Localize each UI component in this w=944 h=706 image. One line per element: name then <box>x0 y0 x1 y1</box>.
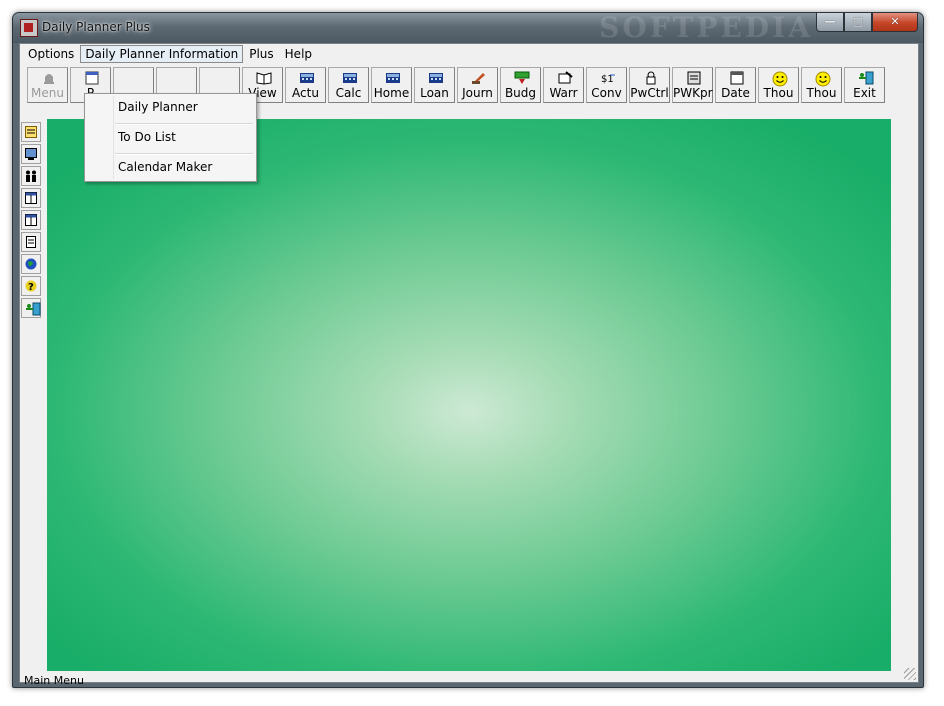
monitor-icon <box>25 148 37 160</box>
side-button-table[interactable] <box>21 188 41 208</box>
list-icon <box>25 236 37 248</box>
calculator-icon <box>385 71 401 85</box>
toolbar-button-conv[interactable]: $1 Conv <box>586 67 627 103</box>
resize-grip[interactable] <box>904 668 916 680</box>
maximize-button[interactable]: □ <box>844 13 872 32</box>
smiley-icon <box>815 71 831 87</box>
svg-text:$1: $1 <box>601 74 614 85</box>
side-button-table[interactable] <box>21 210 41 230</box>
menu-item-daily-planner[interactable]: Daily Planner <box>85 94 256 123</box>
note-icon <box>25 126 37 138</box>
app-window: SOFTPEDIA Daily Planner Plus — □ ✕ Optio… <box>12 12 924 688</box>
toolbar-button-thou[interactable]: Thou <box>758 67 799 103</box>
dropdown-menu: Daily Planner To Do List Calendar Maker <box>84 93 257 182</box>
toolbar-button-label: Home <box>373 86 410 100</box>
toolbar-button-label: Menu <box>31 86 64 100</box>
toolbar-button-pwctrl[interactable]: PwCtrl <box>629 67 670 103</box>
exit-icon <box>25 302 41 316</box>
side-button-globe[interactable] <box>21 254 41 274</box>
menu-item-calendar-maker[interactable]: Calendar Maker <box>85 154 256 183</box>
toolbar-button-loan[interactable]: Loan <box>414 67 455 103</box>
svg-text:?: ? <box>28 282 34 292</box>
calendar-icon <box>729 71 745 85</box>
toolbar-button-label: Date <box>721 86 750 100</box>
toolbar-button-actu[interactable]: Actu <box>285 67 326 103</box>
menu-plus[interactable]: Plus <box>244 45 278 63</box>
status-bar-text: Main Menu <box>24 674 84 687</box>
menu-bar: Options Daily Planner Information Plus H… <box>20 44 918 64</box>
book-icon <box>256 71 272 85</box>
toolbar-button-home[interactable]: Home <box>371 67 412 103</box>
client-area: Options Daily Planner Information Plus H… <box>19 43 919 687</box>
certificate-icon <box>557 71 573 85</box>
toolbar-button-label: Warr <box>549 86 578 100</box>
toolbar-button-journ[interactable]: Journ <box>457 67 498 103</box>
convert-icon: $1 <box>600 71 616 85</box>
window-title: Daily Planner Plus <box>42 20 150 34</box>
side-button-people[interactable] <box>21 166 41 186</box>
blank-icon <box>170 71 186 85</box>
blank-icon <box>213 71 229 85</box>
toolbar-button-warr[interactable]: Warr <box>543 67 584 103</box>
toolbar-button-label: PWKpr <box>673 86 713 100</box>
minimize-button[interactable]: — <box>816 13 844 32</box>
toolbar-button-budg[interactable]: Budg <box>500 67 541 103</box>
pen-icon <box>471 71 487 85</box>
app-icon[interactable] <box>20 19 38 37</box>
table-icon <box>25 214 37 226</box>
toolbar-button-label: Journ <box>462 86 493 100</box>
title-bar[interactable]: SOFTPEDIA Daily Planner Plus — □ ✕ <box>13 13 923 43</box>
toolbar-button-label: Loan <box>420 86 449 100</box>
toolbar-button-menu[interactable]: Menu <box>27 67 68 103</box>
window-controls: — □ ✕ <box>816 13 918 32</box>
watermark: SOFTPEDIA <box>599 13 813 43</box>
toolbar-button-label: Exit <box>853 86 876 100</box>
maximize-icon: □ <box>852 15 864 28</box>
toolbar-button-pwkpr[interactable]: PWKpr <box>672 67 713 103</box>
toolbar-button-exit[interactable]: Exit <box>844 67 885 103</box>
question-icon: ? <box>25 280 37 293</box>
menu-options[interactable]: Options <box>23 45 79 63</box>
side-button-list[interactable] <box>21 232 41 252</box>
money-icon <box>514 71 530 85</box>
toolbar-button-thou[interactable]: Thou <box>801 67 842 103</box>
planner-icon <box>84 71 100 85</box>
menu-item-to-do-list[interactable]: To Do List <box>85 124 256 153</box>
toolbar-button-label: Thou <box>806 86 837 100</box>
menu-daily-planner-information[interactable]: Daily Planner Information <box>80 45 244 63</box>
people-icon <box>25 170 37 182</box>
toolbar-button-label: Budg <box>504 86 537 100</box>
calculator-icon <box>428 71 444 85</box>
table-icon <box>25 192 37 204</box>
side-button-exit[interactable] <box>21 298 41 318</box>
side-button-monitor[interactable] <box>21 144 41 164</box>
smiley-icon <box>772 71 788 87</box>
minimize-icon: — <box>824 15 836 28</box>
close-button[interactable]: ✕ <box>872 13 918 32</box>
exit-icon <box>858 71 874 85</box>
toolbar-button-label: Conv <box>591 86 622 100</box>
toolbar-button-calc[interactable]: Calc <box>328 67 369 103</box>
menu-help[interactable]: Help <box>280 45 317 63</box>
bell-icon <box>41 71 57 85</box>
side-button-question[interactable]: ? <box>21 276 41 296</box>
blank-icon <box>127 71 143 85</box>
toolbar-button-label: PwCtrl <box>630 86 669 100</box>
main-canvas <box>47 119 891 671</box>
toolbar-button-label: Actu <box>292 86 319 100</box>
side-toolbar: ? <box>21 122 43 320</box>
globe-icon <box>25 258 37 270</box>
lock-icon <box>643 71 659 85</box>
toolbar-button-date[interactable]: Date <box>715 67 756 103</box>
toolbar-button-label: Thou <box>763 86 794 100</box>
side-button-note[interactable] <box>21 122 41 142</box>
calculator-icon <box>342 71 358 85</box>
calculator-icon <box>299 71 315 85</box>
toolbar-button-label: Calc <box>335 86 362 100</box>
keeper-icon <box>686 71 702 85</box>
close-icon: ✕ <box>890 15 900 28</box>
